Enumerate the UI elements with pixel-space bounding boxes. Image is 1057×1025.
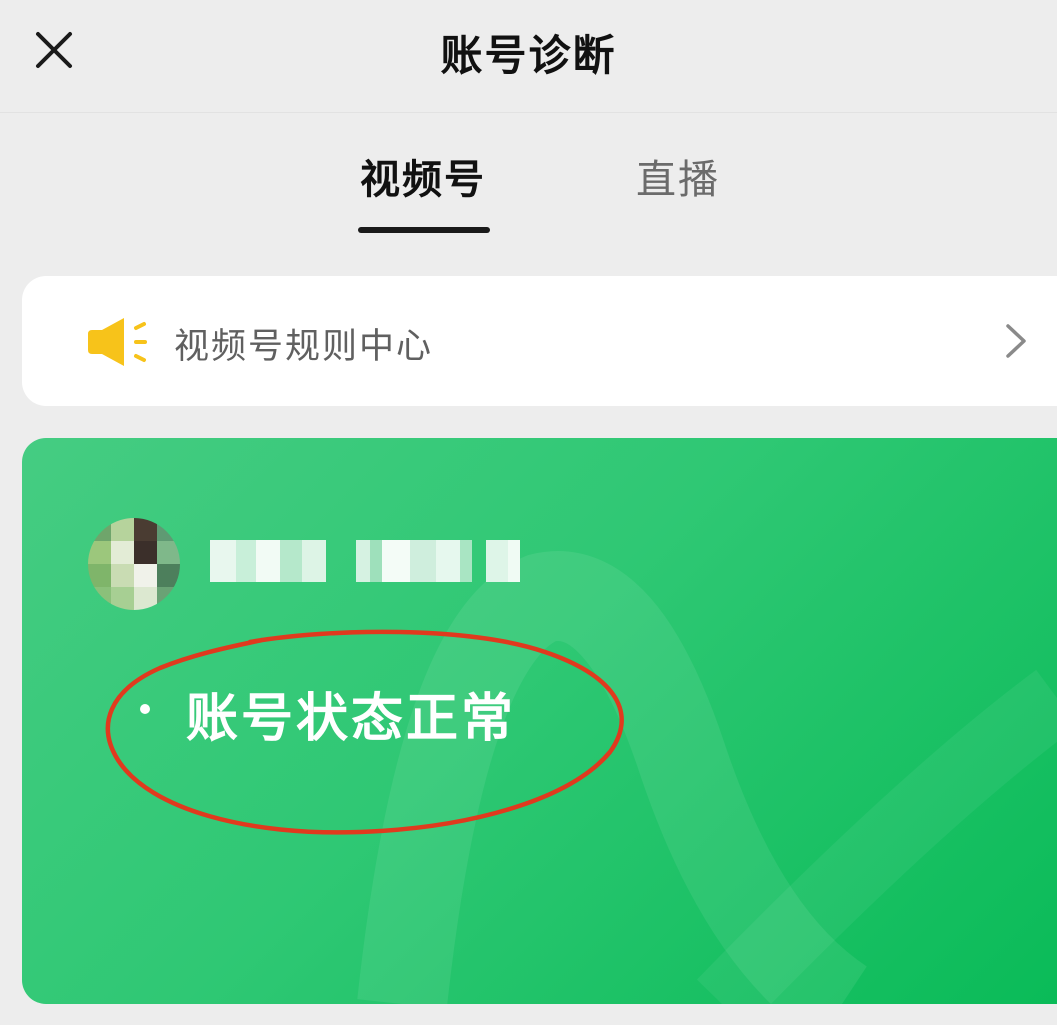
- avatar: [88, 518, 180, 610]
- pixelated-nickname: [210, 540, 520, 582]
- account-diagnosis-page: 账号诊断 视频号 直播 视频号规则中心 账号状态正常: [0, 0, 1057, 1025]
- top-navigation-bar: 账号诊断: [0, 0, 1057, 113]
- rule-center-label: 视频号规则中心: [174, 327, 434, 367]
- active-tab-indicator: [358, 227, 490, 233]
- account-status-text: 账号状态正常: [186, 689, 517, 749]
- account-status-card: 账号状态正常: [22, 438, 1057, 1004]
- tab-channels[interactable]: 视频号: [360, 147, 486, 205]
- page-title: 账号诊断: [440, 31, 617, 80]
- chevron-right-icon: [1006, 324, 1026, 358]
- megaphone-icon: [88, 318, 147, 366]
- rule-center-entry[interactable]: 视频号规则中心: [22, 276, 1057, 406]
- tab-live[interactable]: 直播: [636, 147, 720, 205]
- status-bullet: [140, 704, 150, 714]
- tab-bar: 视频号 直播: [0, 113, 1057, 253]
- background-wave-decoration: [357, 551, 1057, 1004]
